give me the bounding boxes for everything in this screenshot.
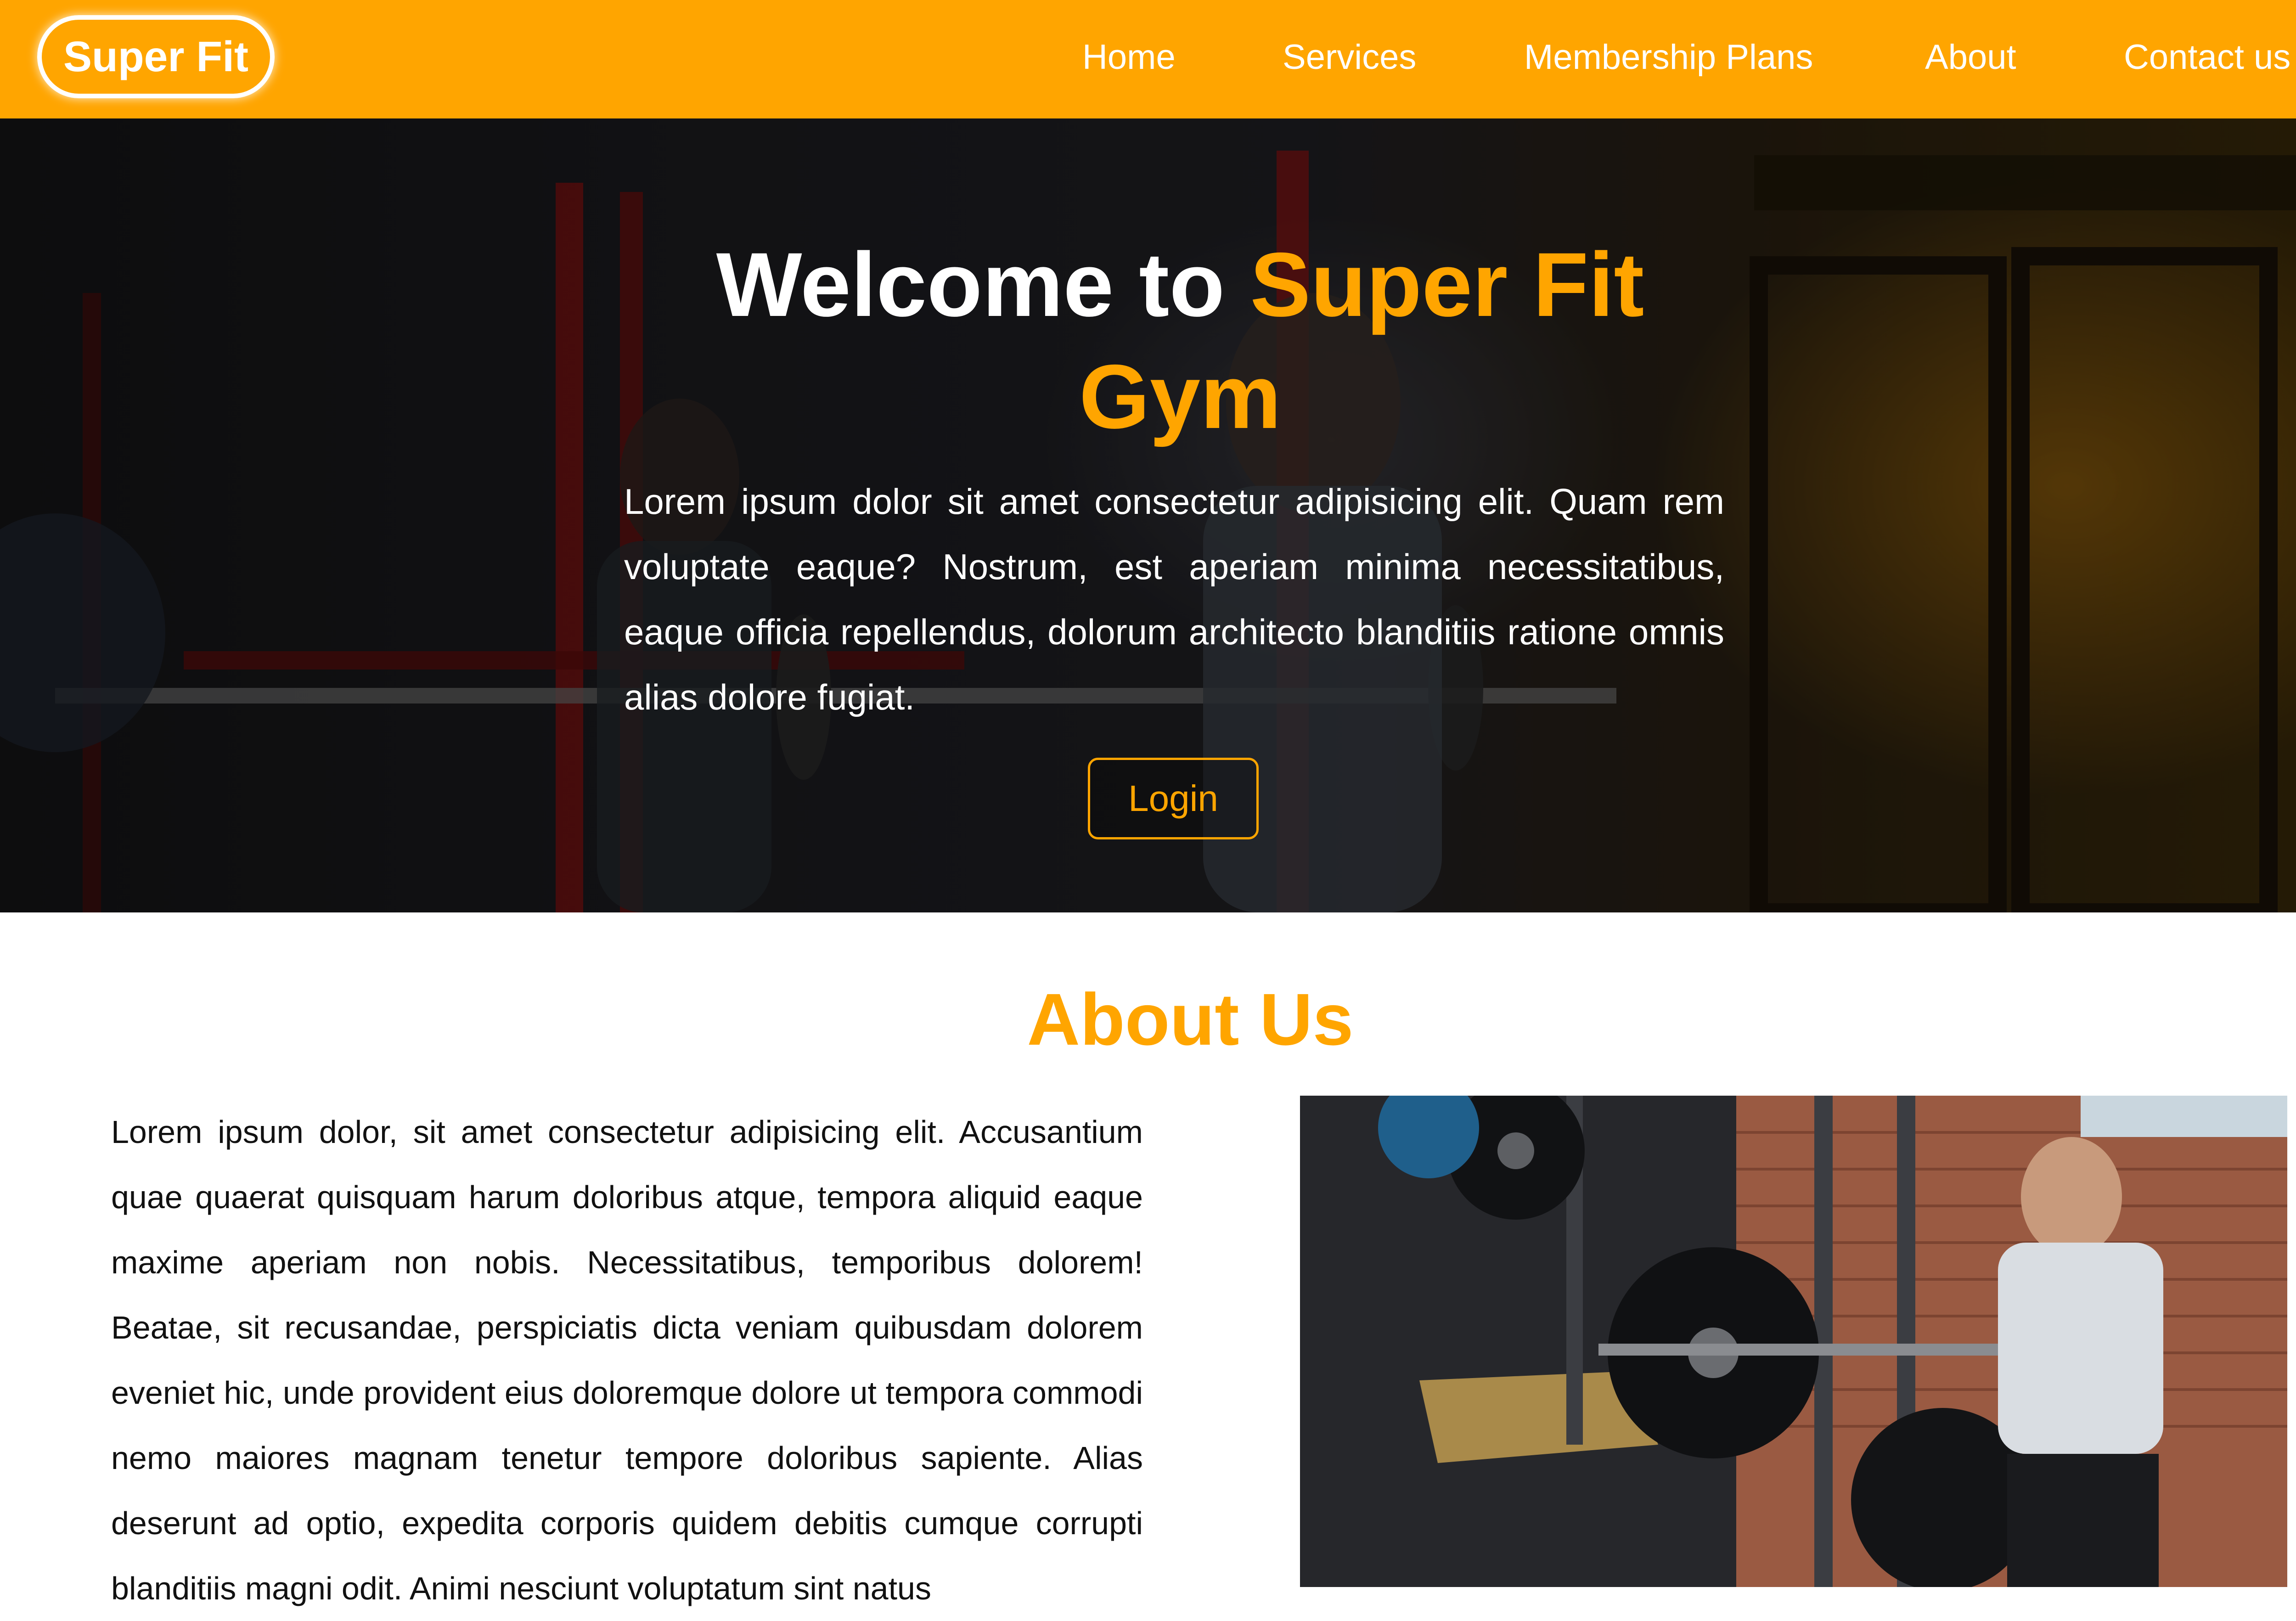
- hero-section: Welcome to Super Fit Gym Lorem ipsum dol…: [0, 118, 2296, 912]
- nav-link-membership-plans[interactable]: Membership Plans: [1524, 28, 1813, 87]
- nav-link-about[interactable]: About: [1925, 28, 2016, 87]
- about-description: Lorem ipsum dolor, sit amet consectetur …: [111, 1114, 1143, 1606]
- brand-logo-button[interactable]: Super Fit: [37, 15, 275, 98]
- hero-description: Lorem ipsum dolor sit amet consectetur a…: [624, 481, 1724, 717]
- hero-title: Welcome to Super Fit Gym: [620, 229, 1740, 453]
- nav-link-services[interactable]: Services: [1283, 28, 1416, 87]
- about-title: About Us: [1027, 978, 1354, 1060]
- top-navbar: Super Fit Home Services Membership Plans…: [0, 0, 2296, 118]
- nav-link-contact-us[interactable]: Contact us: [2124, 28, 2290, 87]
- nav-link-home[interactable]: Home: [1082, 28, 1176, 87]
- hero-title-prefix: Welcome to: [716, 234, 1250, 335]
- about-gym-image: [1300, 1096, 2287, 1587]
- login-button[interactable]: Login: [1088, 758, 1259, 839]
